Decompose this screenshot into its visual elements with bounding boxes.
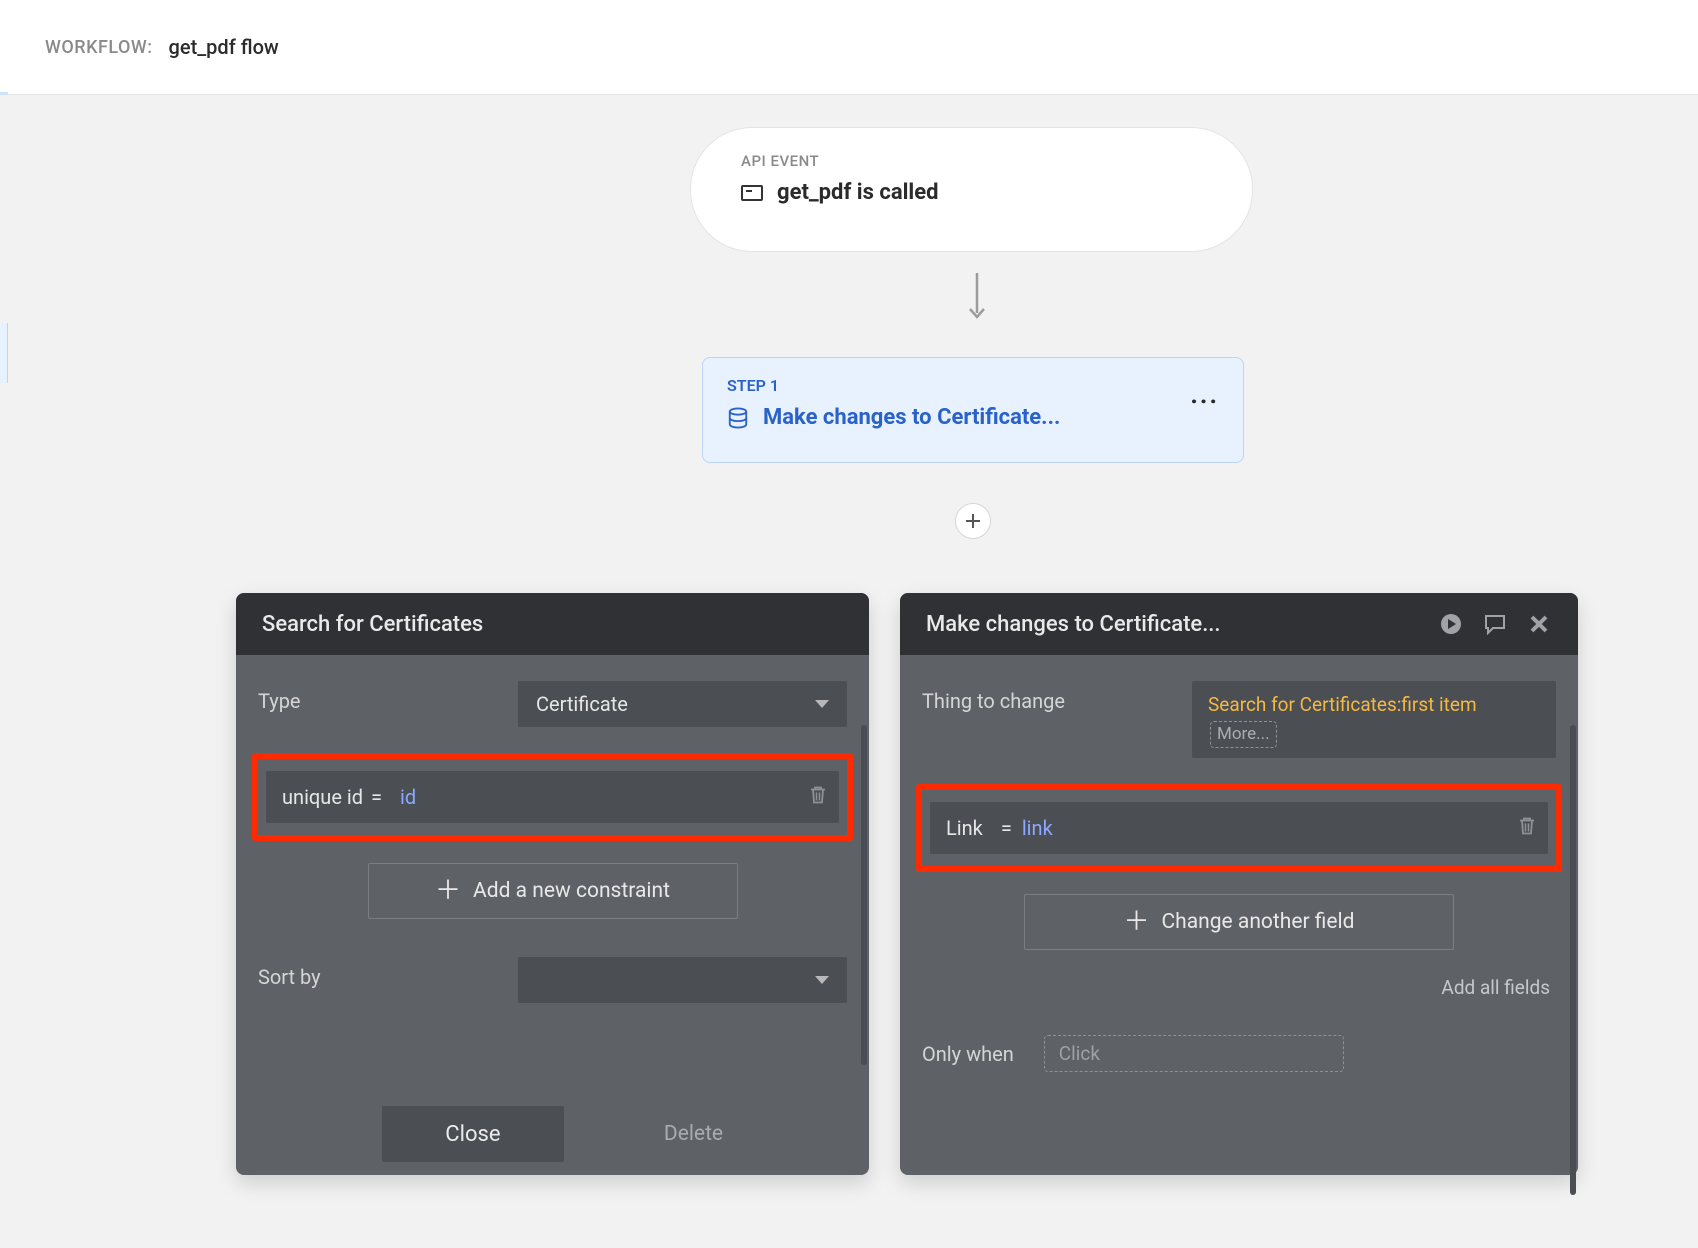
- field-name: Link: [946, 816, 983, 840]
- chevron-down-icon: [815, 700, 829, 708]
- sortby-dropdown[interactable]: [518, 957, 847, 1003]
- plus-icon: [965, 513, 981, 529]
- change-another-field-button[interactable]: ＋ Change another field: [1024, 894, 1454, 950]
- play-icon[interactable]: [1438, 611, 1464, 637]
- workflow-header: WORKFLOW: get_pdf flow: [0, 0, 1698, 95]
- plus-icon: ＋: [435, 878, 461, 904]
- workflow-canvas: API EVENT get_pdf is called STEP 1 Make …: [0, 95, 1698, 1248]
- constraint-field: unique id: [282, 785, 363, 809]
- close-button[interactable]: Close: [382, 1106, 564, 1162]
- type-label: Type: [258, 681, 518, 713]
- step-badge: STEP 1: [727, 376, 1219, 395]
- constraint-value: id: [400, 785, 416, 809]
- search-panel-header[interactable]: Search for Certificates: [236, 593, 869, 655]
- edge-indicator: [0, 92, 8, 95]
- search-panel-footer: Close Delete: [236, 1093, 869, 1175]
- add-constraint-label: Add a new constraint: [473, 879, 670, 903]
- comment-icon[interactable]: [1482, 611, 1508, 637]
- trash-icon[interactable]: [1518, 816, 1536, 841]
- change-another-label: Change another field: [1162, 910, 1355, 934]
- thing-expression-box[interactable]: Search for Certificates:first item More..…: [1192, 681, 1556, 758]
- type-row: Type Certificate: [258, 681, 847, 727]
- field-highlight: Link = link: [916, 784, 1562, 872]
- field-value: link: [1022, 816, 1053, 840]
- close-icon[interactable]: [1526, 611, 1552, 637]
- search-panel: Search for Certificates Type Certificate…: [236, 593, 869, 1175]
- constraint-highlight: unique id = id: [252, 753, 853, 841]
- chevron-down-icon: [815, 976, 829, 984]
- add-all-fields-link[interactable]: Add all fields: [922, 976, 1556, 999]
- database-icon: [727, 407, 749, 429]
- event-title: get_pdf is called: [777, 180, 939, 205]
- sortby-label: Sort by: [258, 957, 518, 989]
- plus-icon: ＋: [1123, 909, 1149, 935]
- only-when-row: Only when Click: [922, 1035, 1556, 1072]
- more-pill[interactable]: More...: [1210, 721, 1277, 749]
- type-dropdown[interactable]: Certificate: [518, 681, 847, 727]
- workflow-name: get_pdf flow: [169, 35, 279, 59]
- change-panel-title: Make changes to Certificate...: [926, 612, 1221, 637]
- constraint-row[interactable]: unique id = id: [266, 771, 839, 823]
- thing-label: Thing to change: [922, 681, 1192, 713]
- search-panel-title: Search for Certificates: [262, 612, 483, 637]
- add-constraint-button[interactable]: ＋ Add a new constraint: [368, 863, 738, 919]
- thing-row: Thing to change Search for Certificates:…: [922, 681, 1556, 758]
- delete-button[interactable]: Delete: [664, 1122, 723, 1146]
- change-panel: Make changes to Certificate... Thing to …: [900, 593, 1578, 1175]
- api-event-node[interactable]: API EVENT get_pdf is called: [690, 127, 1253, 252]
- field-operator: =: [1001, 816, 1012, 840]
- type-value: Certificate: [536, 692, 628, 716]
- api-event-icon: [741, 185, 763, 201]
- scrollbar[interactable]: [1570, 725, 1576, 1195]
- workflow-label: WORKFLOW:: [45, 37, 153, 58]
- edge-indicator: [0, 323, 8, 383]
- add-step-button[interactable]: [955, 503, 991, 539]
- only-when-label: Only when: [922, 1042, 1014, 1066]
- thing-expression: Search for Certificates:first item: [1208, 693, 1477, 716]
- step-title: Make changes to Certificate...: [763, 405, 1060, 430]
- workflow-step-node[interactable]: STEP 1 Make changes to Certificate... ..…: [702, 357, 1244, 463]
- more-options-icon[interactable]: ...: [1190, 380, 1219, 410]
- field-row[interactable]: Link = link: [930, 802, 1548, 854]
- only-when-click[interactable]: Click: [1044, 1035, 1344, 1072]
- sortby-row: Sort by: [258, 957, 847, 1003]
- event-badge: API EVENT: [741, 152, 1202, 170]
- trash-icon[interactable]: [809, 785, 827, 810]
- constraint-operator: =: [371, 785, 382, 809]
- scrollbar[interactable]: [861, 725, 867, 1065]
- arrow-down-icon: [968, 273, 986, 331]
- change-panel-header[interactable]: Make changes to Certificate...: [900, 593, 1578, 655]
